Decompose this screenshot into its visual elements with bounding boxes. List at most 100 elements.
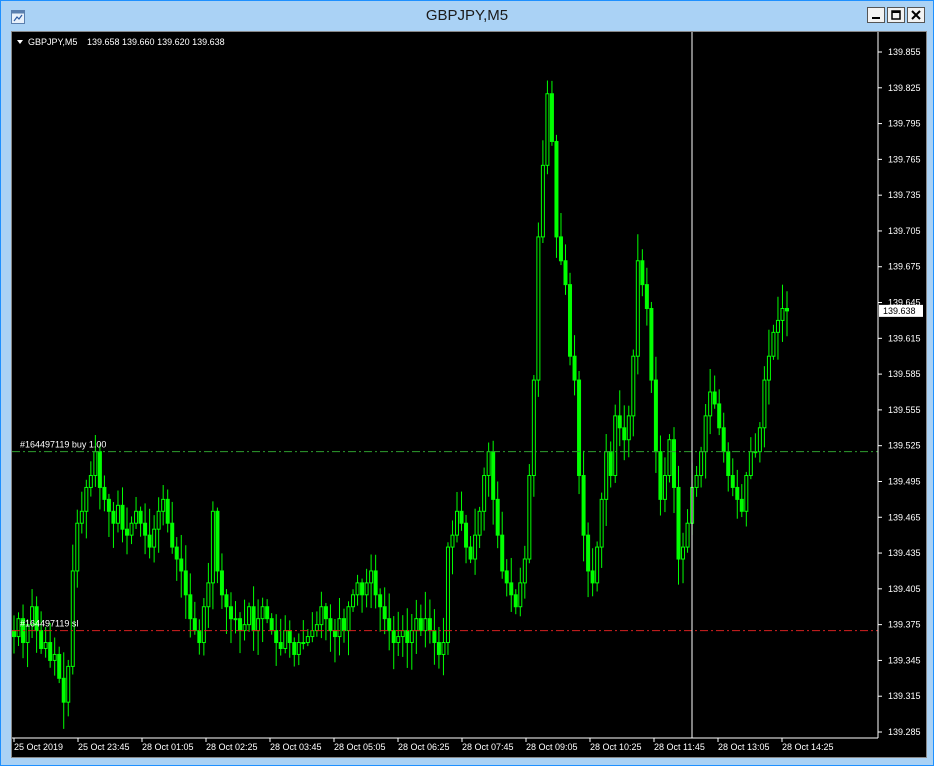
candle: [147, 508, 152, 559]
candle: [441, 617, 446, 676]
time-tick-label: 28 Oct 13:05: [718, 742, 770, 752]
candle: [138, 506, 143, 537]
candle: [328, 604, 333, 652]
candle: [409, 614, 414, 670]
candle: [775, 296, 780, 360]
candle: [143, 503, 148, 555]
candle: [301, 620, 306, 650]
candle: [228, 592, 233, 644]
price-tick-label: 139.855: [888, 47, 921, 57]
price-tick-label: 139.825: [888, 83, 921, 93]
time-tick-label: 28 Oct 06:25: [398, 742, 450, 752]
candle: [726, 442, 731, 492]
price-tick-label: 139.795: [888, 119, 921, 129]
candle: [260, 597, 265, 643]
candle: [156, 497, 161, 553]
candle: [653, 356, 658, 473]
time-tick-label: 28 Oct 02:25: [206, 742, 258, 752]
candle: [215, 507, 220, 584]
candle: [360, 578, 365, 613]
candle: [165, 489, 170, 533]
current-price-label: 139.638: [883, 306, 916, 316]
candle: [649, 301, 654, 393]
candle: [183, 545, 188, 619]
candle: [563, 244, 568, 295]
candle: [210, 501, 215, 610]
candle: [115, 490, 120, 533]
price-tick-label: 139.585: [888, 369, 921, 379]
title-bar[interactable]: GBPJPY,M5: [1, 1, 933, 31]
candle: [513, 589, 518, 615]
candle: [256, 599, 261, 655]
close-button[interactable]: [907, 7, 925, 23]
candle: [332, 618, 337, 663]
candle: [400, 615, 405, 657]
candle: [88, 461, 93, 497]
candle: [427, 599, 432, 644]
chart-area[interactable]: #164497119 buy 1.00 #164497119 sl 139.855…: [11, 31, 927, 758]
candle: [423, 591, 428, 648]
candle: [531, 375, 536, 497]
candle: [545, 80, 550, 175]
time-tick-label: 25 Oct 23:45: [78, 742, 130, 752]
candle: [599, 492, 604, 568]
minimize-button[interactable]: [867, 7, 885, 23]
candle: [251, 586, 256, 651]
candle: [314, 611, 319, 637]
close-icon: [911, 10, 921, 20]
candle: [170, 501, 175, 554]
candle: [238, 612, 243, 654]
price-tick-label: 139.735: [888, 190, 921, 200]
candle: [296, 633, 301, 666]
candle: [468, 535, 473, 564]
buy-order-label: #164497119 buy 1.00: [20, 440, 106, 450]
candle: [785, 291, 789, 337]
price-tick-label: 139.435: [888, 548, 921, 558]
candle: [455, 491, 460, 543]
candle: [161, 485, 166, 526]
candle: [292, 637, 297, 667]
time-tick-label: 28 Oct 11:45: [654, 742, 705, 752]
price-chart[interactable]: #164497119 buy 1.00 #164497119 sl 139.855…: [12, 32, 926, 757]
candle: [206, 562, 211, 628]
candle: [102, 475, 107, 512]
candle: [771, 324, 776, 360]
candle: [495, 481, 500, 549]
candle: [52, 637, 57, 676]
candle: [224, 589, 229, 634]
candle: [572, 335, 577, 396]
candle: [57, 646, 62, 684]
candle: [626, 405, 631, 458]
candle: [278, 618, 283, 656]
candle: [459, 491, 464, 531]
candle: [174, 537, 179, 581]
candle: [640, 249, 645, 297]
time-tick-label: 28 Oct 09:05: [526, 742, 578, 752]
candle: [744, 471, 749, 527]
candle: [721, 412, 726, 463]
candle: [676, 465, 681, 585]
candle: [694, 466, 699, 497]
candle: [590, 548, 595, 597]
candle: [464, 514, 469, 564]
time-tick-label: 28 Oct 10:25: [590, 742, 642, 752]
candle: [491, 440, 496, 525]
candle: [134, 496, 139, 529]
candle: [373, 554, 378, 609]
candle: [549, 80, 554, 146]
candle: [310, 612, 315, 643]
candle: [735, 469, 740, 519]
candle: [111, 502, 116, 548]
candle: [16, 612, 21, 646]
candle: [522, 545, 527, 599]
price-tick-label: 139.315: [888, 691, 921, 701]
candle: [351, 589, 356, 612]
candle: [125, 507, 130, 555]
candle: [197, 619, 202, 655]
candle: [414, 599, 419, 654]
candle: [762, 366, 767, 448]
candle: [527, 464, 532, 564]
maximize-button[interactable]: [887, 7, 905, 23]
candle: [70, 544, 75, 675]
dropdown-triangle-icon[interactable]: [17, 40, 23, 44]
